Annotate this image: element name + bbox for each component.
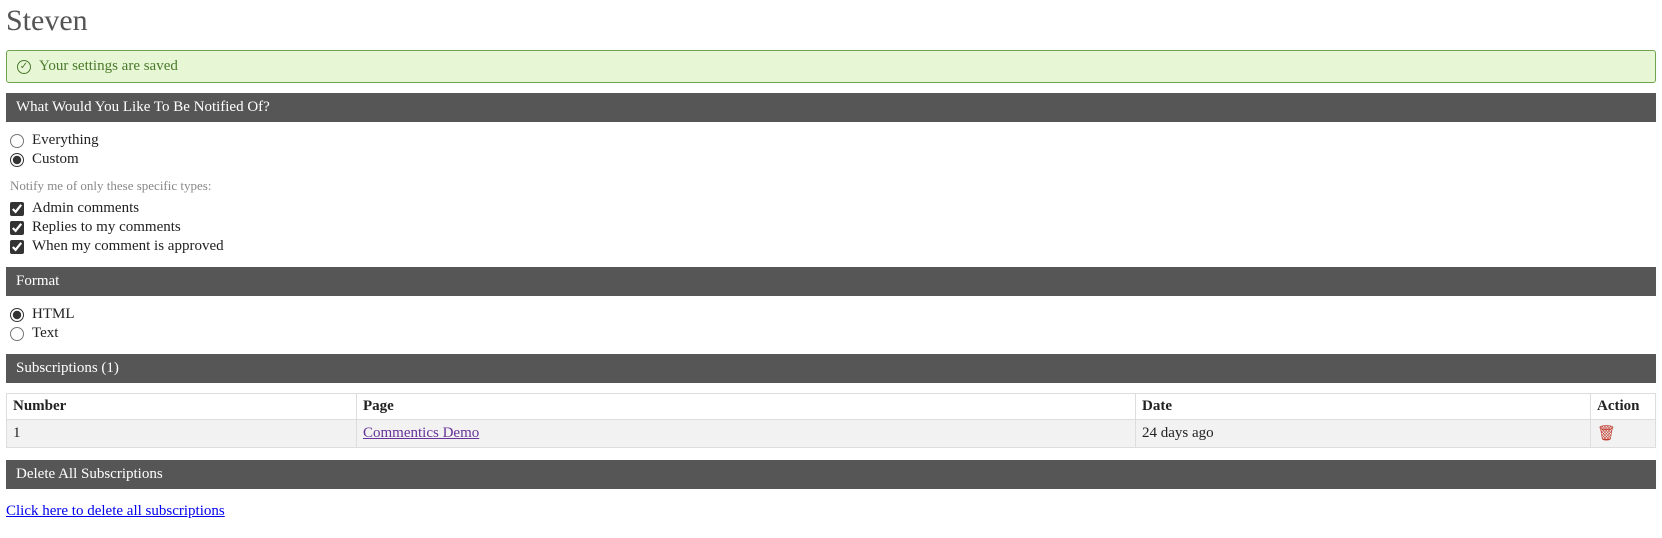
- check-admin-row[interactable]: Admin comments: [10, 200, 1656, 217]
- check-admin-label: Admin comments: [32, 200, 139, 217]
- check-circle-icon: ✓: [17, 60, 31, 74]
- check-admin[interactable]: [10, 202, 24, 216]
- col-date: Date: [1136, 394, 1591, 420]
- col-number: Number: [7, 394, 357, 420]
- cell-action: 🗑: [1591, 420, 1656, 448]
- success-text: Your settings are saved: [39, 58, 178, 75]
- radio-custom-label: Custom: [32, 151, 79, 168]
- check-approved-label: When my comment is approved: [32, 238, 224, 255]
- check-replies-row[interactable]: Replies to my comments: [10, 219, 1656, 236]
- page-link[interactable]: Commentics Demo: [363, 425, 479, 441]
- radio-everything-row[interactable]: Everything: [10, 132, 1656, 149]
- table-row: 1 Commentics Demo 24 days ago 🗑: [7, 420, 1656, 448]
- table-header-row: Number Page Date Action: [7, 394, 1656, 420]
- page-title: Steven: [0, 0, 1662, 50]
- check-replies[interactable]: [10, 221, 24, 235]
- trash-icon[interactable]: 🗑: [1597, 426, 1616, 442]
- radio-text-row[interactable]: Text: [10, 325, 1656, 342]
- success-alert: ✓ Your settings are saved: [6, 50, 1656, 83]
- radio-everything-label: Everything: [32, 132, 99, 149]
- format-panel: HTML Text: [0, 296, 1662, 354]
- delete-all-link[interactable]: Click here to delete all subscriptions: [6, 503, 225, 520]
- subscriptions-header: Subscriptions (1): [6, 354, 1656, 383]
- radio-custom-row[interactable]: Custom: [10, 151, 1656, 168]
- cell-date: 24 days ago: [1136, 420, 1591, 448]
- delete-all-header: Delete All Subscriptions: [6, 460, 1656, 489]
- subscriptions-table: Number Page Date Action 1 Commentics Dem…: [6, 393, 1656, 448]
- format-header: Format: [6, 267, 1656, 296]
- col-action: Action: [1591, 394, 1656, 420]
- check-approved-row[interactable]: When my comment is approved: [10, 238, 1656, 255]
- check-approved[interactable]: [10, 240, 24, 254]
- radio-text-label: Text: [32, 325, 58, 342]
- radio-html-label: HTML: [32, 306, 75, 323]
- cell-number: 1: [7, 420, 357, 448]
- cell-page: Commentics Demo: [357, 420, 1136, 448]
- notify-panel: Everything Custom Notify me of only thes…: [0, 122, 1662, 267]
- notify-hint: Notify me of only these specific types:: [10, 178, 1656, 194]
- radio-custom[interactable]: [10, 153, 24, 167]
- radio-html[interactable]: [10, 308, 24, 322]
- check-replies-label: Replies to my comments: [32, 219, 181, 236]
- radio-html-row[interactable]: HTML: [10, 306, 1656, 323]
- col-page: Page: [357, 394, 1136, 420]
- radio-text[interactable]: [10, 327, 24, 341]
- notify-header: What Would You Like To Be Notified Of?: [6, 93, 1656, 122]
- radio-everything[interactable]: [10, 134, 24, 148]
